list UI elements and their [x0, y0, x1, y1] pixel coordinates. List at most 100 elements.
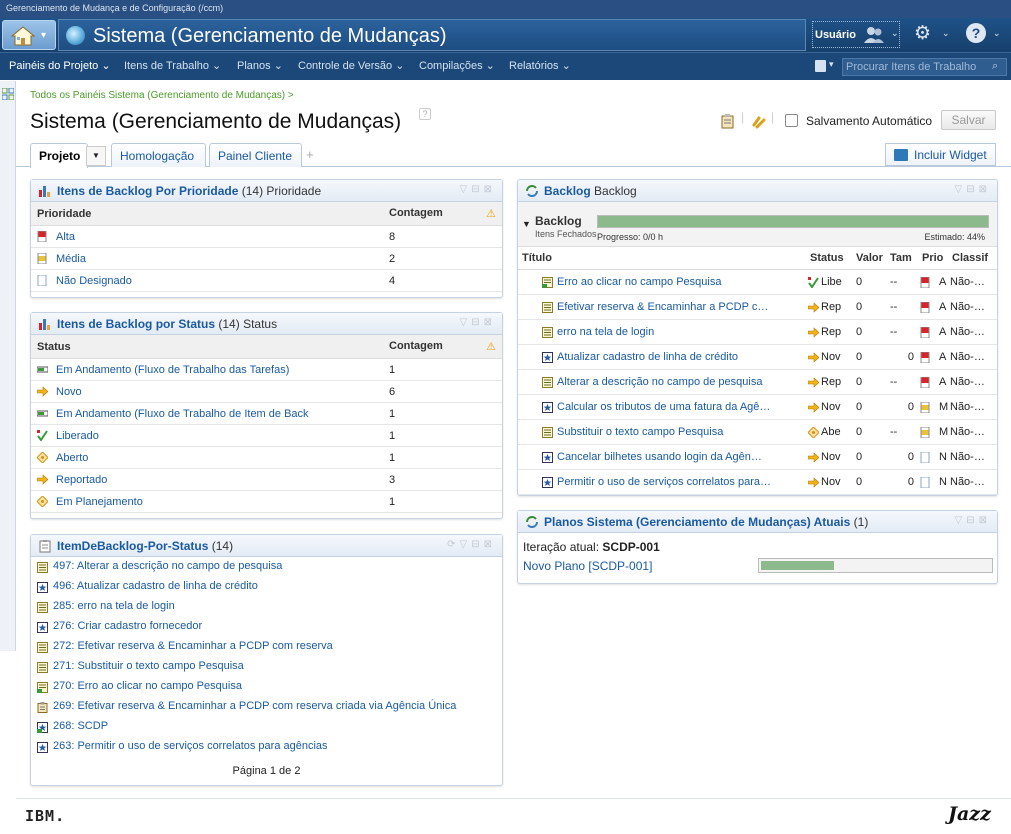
- table-row[interactable]: Permitir o uso de serviços correlatos pa…: [518, 469, 997, 495]
- table-row[interactable]: Efetivar reserva & Encaminhar a PCDP c… R…: [518, 294, 997, 320]
- title-cell[interactable]: Erro ao clicar no campo Pesquisa: [518, 269, 806, 295]
- pagination[interactable]: Página 1 de 2: [31, 765, 502, 777]
- column-header[interactable]: Classif: [948, 247, 997, 270]
- plan-link[interactable]: Novo Plano [SCDP-001]: [523, 559, 652, 573]
- title-cell[interactable]: Substituir o texto campo Pesquisa: [518, 419, 806, 445]
- widget-title[interactable]: Itens de Backlog por Status: [57, 317, 215, 331]
- widget-controls[interactable]: ▽⊟⊠: [955, 184, 991, 195]
- widget-title[interactable]: Planos Sistema (Gerenciamento de Mudança…: [544, 515, 850, 529]
- list-item[interactable]: 263: Permitir o uso de serviços correlat…: [37, 740, 502, 754]
- priority-cell[interactable]: Não Designado: [31, 269, 383, 292]
- table-row[interactable]: Em Andamento (Fluxo de Trabalho de Item …: [31, 402, 502, 425]
- status-cell[interactable]: Aberto: [31, 446, 383, 469]
- table-row[interactable]: Média 2: [31, 247, 502, 270]
- status-label: Liberado: [56, 429, 99, 442]
- nav-plans[interactable]: Planos ⌄: [237, 59, 283, 72]
- tab-painel-cliente[interactable]: Painel Cliente: [209, 143, 302, 167]
- title-cell[interactable]: Atualizar cadastro de linha de crédito: [518, 344, 806, 370]
- table-row[interactable]: Cancelar bilhetes usando login da Agên… N…: [518, 444, 997, 470]
- title-cell[interactable]: Cancelar bilhetes usando login da Agên…: [518, 444, 806, 470]
- home-menu-button[interactable]: ▾: [2, 20, 56, 50]
- column-header[interactable]: Status: [806, 247, 852, 270]
- list-item[interactable]: 268: SCDP: [37, 720, 502, 734]
- list-item[interactable]: 270: Erro ao clicar no campo Pesquisa: [37, 680, 502, 694]
- table-row[interactable]: Reportado 3: [31, 468, 502, 491]
- status-cell[interactable]: Em Planejamento: [31, 490, 383, 513]
- nav-reports[interactable]: Relatórios ⌄: [509, 59, 571, 72]
- help-icon[interactable]: ?: [966, 23, 986, 43]
- widget-title[interactable]: Itens de Backlog Por Prioridade: [57, 184, 238, 198]
- gear-icon[interactable]: ⚙: [914, 22, 931, 45]
- search-input[interactable]: Procurar Itens de Trabalho: [842, 58, 1007, 76]
- list-item[interactable]: 272: Efetivar reserva & Encaminhar a PCD…: [37, 640, 502, 654]
- nav-builds[interactable]: Compilações ⌄: [419, 59, 495, 72]
- widget-controls[interactable]: ⟳▽⊟⊠: [447, 539, 496, 550]
- priority-cell[interactable]: Alta: [31, 225, 383, 248]
- widget-controls[interactable]: ▽⊟⊠: [460, 317, 496, 328]
- table-row[interactable]: Aberto 1: [31, 446, 502, 469]
- priority-cell[interactable]: Média: [31, 247, 383, 270]
- search-icon[interactable]: ⌕: [992, 60, 998, 73]
- list-icon[interactable]: [815, 60, 826, 72]
- autosave-checkbox[interactable]: [785, 114, 798, 127]
- list-item[interactable]: 496: Atualizar cadastro de linha de créd…: [37, 580, 502, 594]
- table-row[interactable]: Substituir o texto campo Pesquisa Abe 0 -- M…: [518, 419, 997, 445]
- user-menu[interactable]: Usuário ⌄: [812, 21, 900, 48]
- status-cell[interactable]: Liberado: [31, 424, 383, 447]
- nav-source-control[interactable]: Controle de Versão ⌄: [298, 59, 404, 72]
- widget-title[interactable]: ItemDeBacklog-Por-Status: [57, 539, 208, 553]
- tab-projeto[interactable]: Projeto: [30, 143, 88, 168]
- table-row[interactable]: Não Designado 4: [31, 269, 502, 292]
- breadcrumb[interactable]: Todos os Painéis Sistema (Gerenciamento …: [30, 90, 294, 101]
- save-button[interactable]: Salvar: [941, 110, 996, 130]
- status-cell[interactable]: Em Andamento (Fluxo de Trabalho de Item …: [31, 402, 383, 425]
- help-icon[interactable]: ?: [419, 108, 431, 120]
- ibm-logo: IBM.: [25, 807, 66, 825]
- list-item[interactable]: 497: Alterar a descrição no campo de pes…: [37, 560, 502, 574]
- tab-menu-dropdown[interactable]: ▼: [86, 146, 106, 166]
- title-cell[interactable]: Efetivar reserva & Encaminhar a PCDP c…: [518, 294, 806, 320]
- collapse-icon[interactable]: ▼: [522, 219, 531, 229]
- column-header[interactable]: Título: [518, 247, 806, 270]
- column-header[interactable]: Valor: [852, 247, 886, 270]
- table-row[interactable]: Alta 8: [31, 225, 502, 248]
- link-icon[interactable]: [751, 113, 767, 129]
- table-row[interactable]: Em Andamento (Fluxo de Trabalho das Tare…: [31, 358, 502, 381]
- table-row[interactable]: Atualizar cadastro de linha de crédito No…: [518, 344, 997, 370]
- title-cell[interactable]: erro na tela de login: [518, 319, 806, 345]
- tab-homologacao[interactable]: Homologação: [111, 143, 206, 167]
- title-cell[interactable]: Permitir o uso de serviços correlatos pa…: [518, 469, 806, 495]
- widget-controls[interactable]: ▽⊟⊠: [955, 515, 991, 526]
- column-header[interactable]: Prioridade: [31, 202, 383, 226]
- nav-work-items[interactable]: Itens de Trabalho ⌄: [124, 59, 221, 72]
- list-item[interactable]: 276: Criar cadastro fornecedor: [37, 620, 502, 634]
- column-header[interactable]: Contagem ⚠: [383, 335, 502, 359]
- table-row[interactable]: Alterar a descrição no campo de pesquisa…: [518, 369, 997, 395]
- list-item[interactable]: 271: Substituir o texto campo Pesquisa: [37, 660, 502, 674]
- status-cell[interactable]: Novo: [31, 380, 383, 403]
- list-item[interactable]: 285: erro na tela de login: [37, 600, 502, 614]
- widgets-grid-icon[interactable]: [2, 88, 14, 100]
- title-cell[interactable]: Alterar a descrição no campo de pesquisa: [518, 369, 806, 395]
- status-cell[interactable]: Em Andamento (Fluxo de Trabalho das Tare…: [31, 358, 383, 381]
- widget-title[interactable]: Backlog: [544, 184, 591, 198]
- table-row[interactable]: Erro ao clicar no campo Pesquisa Libe 0 -- A…: [518, 269, 997, 295]
- table-row[interactable]: Em Planejamento 1: [31, 490, 502, 513]
- status-cell[interactable]: Reportado: [31, 468, 383, 491]
- table-row[interactable]: Calcular os tributos de uma fatura da Ag…: [518, 394, 997, 420]
- list-item[interactable]: 269: Efetivar reserva & Encaminhar a PCD…: [37, 700, 502, 714]
- table-row[interactable]: Liberado 1: [31, 424, 502, 447]
- column-header[interactable]: Status: [31, 335, 383, 359]
- column-header[interactable]: Contagem ⚠: [383, 202, 502, 226]
- table-row[interactable]: erro na tela de login Rep 0 -- A Não-…: [518, 319, 997, 345]
- widget-controls[interactable]: ▽⊟⊠: [460, 184, 496, 195]
- table-row[interactable]: Novo 6: [31, 380, 502, 403]
- title-cell[interactable]: Calcular os tributos de uma fatura da Ag…: [518, 394, 806, 420]
- add-widget-button[interactable]: Incluir Widget: [885, 143, 996, 166]
- clipboard-icon[interactable]: [720, 113, 736, 129]
- column-header[interactable]: Prio: [918, 247, 948, 270]
- column-header[interactable]: Tam: [886, 247, 918, 270]
- add-tab-icon[interactable]: +: [306, 147, 314, 162]
- project-selector[interactable]: Sistema (Gerenciamento de Mudanças): [58, 19, 806, 51]
- nav-project-dashboards[interactable]: Painéis do Projeto ⌄: [9, 59, 111, 72]
